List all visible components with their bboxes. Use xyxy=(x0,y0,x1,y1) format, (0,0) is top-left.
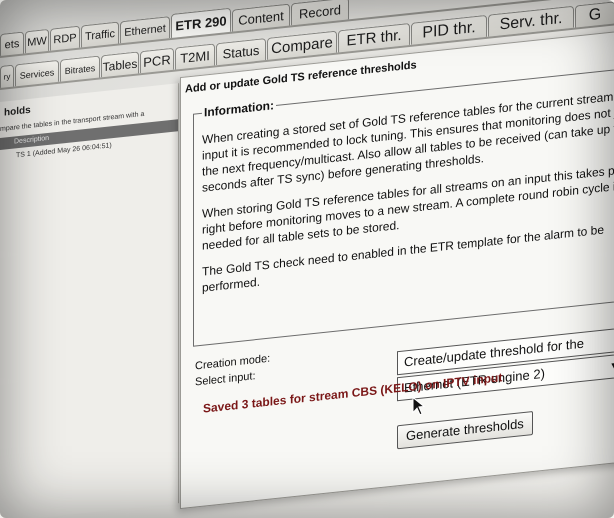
panel-title: holds xyxy=(4,104,31,119)
thresholds-panel: holds mpare the tables in the transport … xyxy=(0,83,179,518)
tab-ets[interactable]: ets xyxy=(0,31,24,56)
chevron-down-icon: ▼ xyxy=(609,359,614,373)
application-window: ets MW RDP Traffic Ethernet ETR 290 Cont… xyxy=(0,0,614,518)
information-box: Information: When creating a stored set … xyxy=(193,57,614,347)
select-input-label: Select input: xyxy=(195,370,256,389)
creation-mode-label: Creation mode: xyxy=(195,352,271,373)
gold-ts-dialog: Add or update Gold TS reference threshol… xyxy=(180,28,614,510)
screen: ets MW RDP Traffic Ethernet ETR 290 Cont… xyxy=(0,0,614,518)
tab-mw[interactable]: MW xyxy=(25,28,49,54)
mouse-cursor-icon xyxy=(412,396,426,416)
generate-thresholds-button[interactable]: Generate thresholds xyxy=(397,411,533,450)
information-legend: Information: xyxy=(204,98,274,120)
tab-ry[interactable]: ry xyxy=(0,64,14,88)
